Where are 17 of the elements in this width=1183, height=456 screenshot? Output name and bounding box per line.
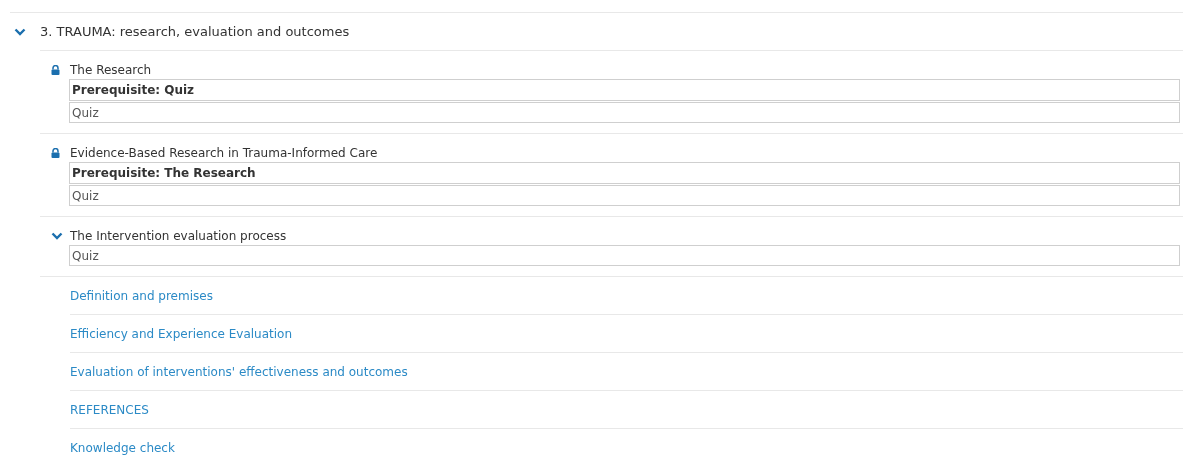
- activity-row[interactable]: Quiz: [69, 102, 1180, 123]
- activity-row[interactable]: Quiz: [69, 185, 1180, 206]
- lock-icon: [51, 65, 60, 75]
- chevron-down-icon[interactable]: [51, 230, 63, 242]
- lesson-link[interactable]: Efficiency and Experience Evaluation: [70, 324, 293, 343]
- lesson-link[interactable]: Definition and premises: [70, 286, 213, 305]
- lesson-title: The Intervention evaluation process: [70, 228, 287, 245]
- activity-row[interactable]: Quiz: [69, 245, 1180, 266]
- lesson-title: Evidence-Based Research in Trauma-Informed Care: [70, 145, 378, 162]
- lesson-title: The Research: [70, 62, 152, 79]
- prerequisite-row: Prerequisite: The Research: [69, 162, 1180, 184]
- prerequisite-row: Prerequisite: Quiz: [69, 79, 1180, 101]
- lesson-link[interactable]: Knowledge check: [70, 439, 175, 456]
- lesson-link[interactable]: REFERENCES: [70, 400, 149, 419]
- section-title[interactable]: 3. TRAUMA: research, evaluation and outcomes: [40, 21, 350, 42]
- lock-icon: [51, 148, 60, 158]
- lesson-link[interactable]: Evaluation of interventions' effectiveness and outcomes: [70, 362, 408, 381]
